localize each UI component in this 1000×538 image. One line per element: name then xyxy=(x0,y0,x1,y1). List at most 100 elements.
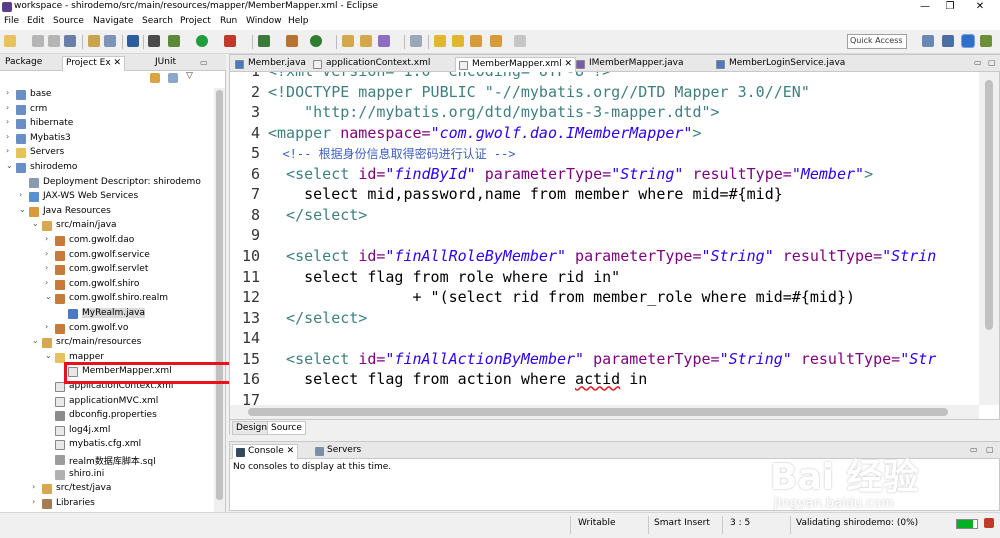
code-line[interactable]: 16 select flag from action where actid i… xyxy=(230,370,979,390)
menu-help[interactable]: Help xyxy=(288,16,309,26)
chevron-right-icon[interactable]: › xyxy=(45,263,53,272)
code-line[interactable]: 5 <!-- 根据身份信息取得密码进行认证 --> xyxy=(230,144,979,164)
chevron-down-icon[interactable]: ⌄ xyxy=(32,336,40,345)
back-icon[interactable] xyxy=(490,35,502,47)
tree-item[interactable]: › com.gwolf.servlet xyxy=(0,263,214,277)
debug-icon[interactable] xyxy=(168,35,180,47)
open-perspective-icon[interactable] xyxy=(922,35,934,47)
editor-tab[interactable]: Member.java xyxy=(232,57,309,72)
chevron-right-icon[interactable]: › xyxy=(32,482,40,491)
code-line[interactable]: 12 + "(select rid from member_role where… xyxy=(230,288,979,308)
tab-source[interactable]: Source xyxy=(267,421,306,435)
tree-item[interactable]: › com.gwolf.shiro xyxy=(0,278,214,292)
menu-navigate[interactable]: Navigate xyxy=(93,16,133,26)
link-editor-icon[interactable] xyxy=(168,73,178,83)
tree-item[interactable]: › Mybatis3 xyxy=(0,132,214,146)
code-line[interactable]: 14 xyxy=(230,329,979,349)
new-package-icon[interactable] xyxy=(286,35,298,47)
tab-package-explorer[interactable]: Package xyxy=(2,56,45,71)
code-area[interactable]: 1 <?xml version="1.0" encoding="UTF-8"?> 2… xyxy=(230,72,979,405)
tree-item[interactable]: › com.gwolf.vo xyxy=(0,322,214,336)
debug-perspective-icon[interactable] xyxy=(980,35,992,47)
tree-item[interactable]: ⌄ com.gwolf.shiro.realm xyxy=(0,292,214,306)
minimize-view-icon[interactable]: ▭ xyxy=(200,58,208,67)
code-line[interactable]: 1 <?xml version="1.0" encoding="UTF-8"?> xyxy=(230,72,979,82)
editor-hscroll-thumb[interactable] xyxy=(248,408,948,416)
new-class-icon[interactable] xyxy=(310,35,322,47)
tree-item[interactable]: › base xyxy=(0,88,214,102)
chevron-down-icon[interactable]: ⌄ xyxy=(32,219,40,228)
tree-item[interactable]: › src/test/java xyxy=(0,482,214,496)
chevron-right-icon[interactable]: › xyxy=(45,249,53,258)
previous-annotation-icon[interactable] xyxy=(452,35,464,47)
tree-item[interactable]: dbconfig.properties xyxy=(0,409,214,423)
code-line[interactable]: 9 xyxy=(230,226,979,246)
tree-item[interactable]: shiro.ini xyxy=(0,468,214,482)
chevron-down-icon[interactable]: ⌄ xyxy=(19,205,27,214)
save-icon[interactable] xyxy=(32,35,44,47)
chevron-right-icon[interactable]: › xyxy=(45,322,53,331)
editor-horizontal-scrollbar[interactable] xyxy=(230,405,979,419)
open-type-icon[interactable] xyxy=(342,35,354,47)
code-line[interactable]: 8 </select> xyxy=(230,206,979,226)
open-task-icon[interactable] xyxy=(360,35,372,47)
external-tools-icon[interactable] xyxy=(224,35,236,47)
chevron-right-icon[interactable]: › xyxy=(32,497,40,506)
code-line[interactable]: 11 select flag from role where rid in" xyxy=(230,268,979,288)
tree-item[interactable]: realm数据库脚本.sql xyxy=(0,453,214,467)
quick-access-input[interactable]: Quick Access xyxy=(847,34,907,49)
search-icon[interactable] xyxy=(378,35,390,47)
chevron-right-icon[interactable]: › xyxy=(6,88,14,97)
next-annotation-icon[interactable] xyxy=(434,35,446,47)
code-line[interactable]: 15 <select id="finAllActionByMember" par… xyxy=(230,350,979,370)
annotation-icon[interactable] xyxy=(410,35,422,47)
tree-item[interactable]: ⌄ shirodemo xyxy=(0,161,214,175)
editor-vscroll-thumb[interactable] xyxy=(985,80,993,330)
tree-scrollbar[interactable] xyxy=(214,88,225,512)
chevron-right-icon[interactable]: › xyxy=(6,146,14,155)
chevron-right-icon[interactable]: › xyxy=(45,234,53,243)
menu-source[interactable]: Source xyxy=(53,16,84,26)
code-line[interactable]: 4 <mapper namespace="com.gwolf.dao.IMembe… xyxy=(230,124,979,144)
build-icon[interactable] xyxy=(88,35,100,47)
minimize-editor-icon[interactable]: ▭ xyxy=(974,58,982,67)
chevron-right-icon[interactable]: › xyxy=(6,117,14,126)
last-edit-icon[interactable] xyxy=(470,35,482,47)
chevron-right-icon[interactable]: › xyxy=(19,190,27,199)
tree-item[interactable]: › Servers xyxy=(0,146,214,160)
view-menu-icon[interactable]: ▽ xyxy=(186,71,193,81)
tab-junit[interactable]: JUnit xyxy=(152,56,179,71)
tab-console[interactable]: Console ✕ xyxy=(232,444,299,459)
chevron-down-icon[interactable]: ⌄ xyxy=(45,351,53,360)
forward-icon[interactable] xyxy=(514,35,526,47)
code-line[interactable]: 6 <select id="findById" parameterType="S… xyxy=(230,165,979,185)
tree-item[interactable]: › JAX-WS Web Services xyxy=(0,190,214,204)
menu-window[interactable]: Window xyxy=(246,16,282,26)
tree-item[interactable]: › com.gwolf.service xyxy=(0,249,214,263)
java-perspective-icon[interactable] xyxy=(961,34,975,48)
maximize-editor-icon[interactable]: ▢ xyxy=(988,58,996,67)
editor-tab[interactable]: MemberLoginService.java xyxy=(713,57,848,72)
editor-tab[interactable]: IMemberMapper.java xyxy=(573,57,687,72)
menu-run[interactable]: Run xyxy=(220,16,237,26)
skip-breakpoints-icon[interactable] xyxy=(148,35,160,47)
restore-button[interactable]: ❐ xyxy=(935,0,965,14)
chevron-right-icon[interactable]: › xyxy=(6,132,14,141)
code-line[interactable]: 13 </select> xyxy=(230,309,979,329)
code-line[interactable]: 2 <!DOCTYPE mapper PUBLIC "-//mybatis.org… xyxy=(230,83,979,103)
code-line[interactable]: 17 xyxy=(230,391,979,405)
print-icon[interactable] xyxy=(64,35,76,47)
tree-item[interactable]: mybatis.cfg.xml xyxy=(0,438,214,452)
menu-project[interactable]: Project xyxy=(180,16,211,26)
chevron-down-icon[interactable]: ⌄ xyxy=(6,161,14,170)
close-icon[interactable]: ✕ xyxy=(114,58,122,68)
chevron-right-icon[interactable]: › xyxy=(6,103,14,112)
editor-vertical-scrollbar[interactable] xyxy=(979,72,999,405)
server-icon[interactable] xyxy=(104,35,116,47)
run-icon[interactable] xyxy=(196,35,208,47)
tab-design[interactable]: Design xyxy=(232,421,272,435)
code-line[interactable]: 3 "http://mybatis.org/dtd/mybatis-3-mapp… xyxy=(230,103,979,123)
close-icon[interactable]: ✕ xyxy=(562,59,572,69)
tree-item[interactable]: › com.gwolf.dao xyxy=(0,234,214,248)
close-icon[interactable]: ✕ xyxy=(287,446,295,456)
